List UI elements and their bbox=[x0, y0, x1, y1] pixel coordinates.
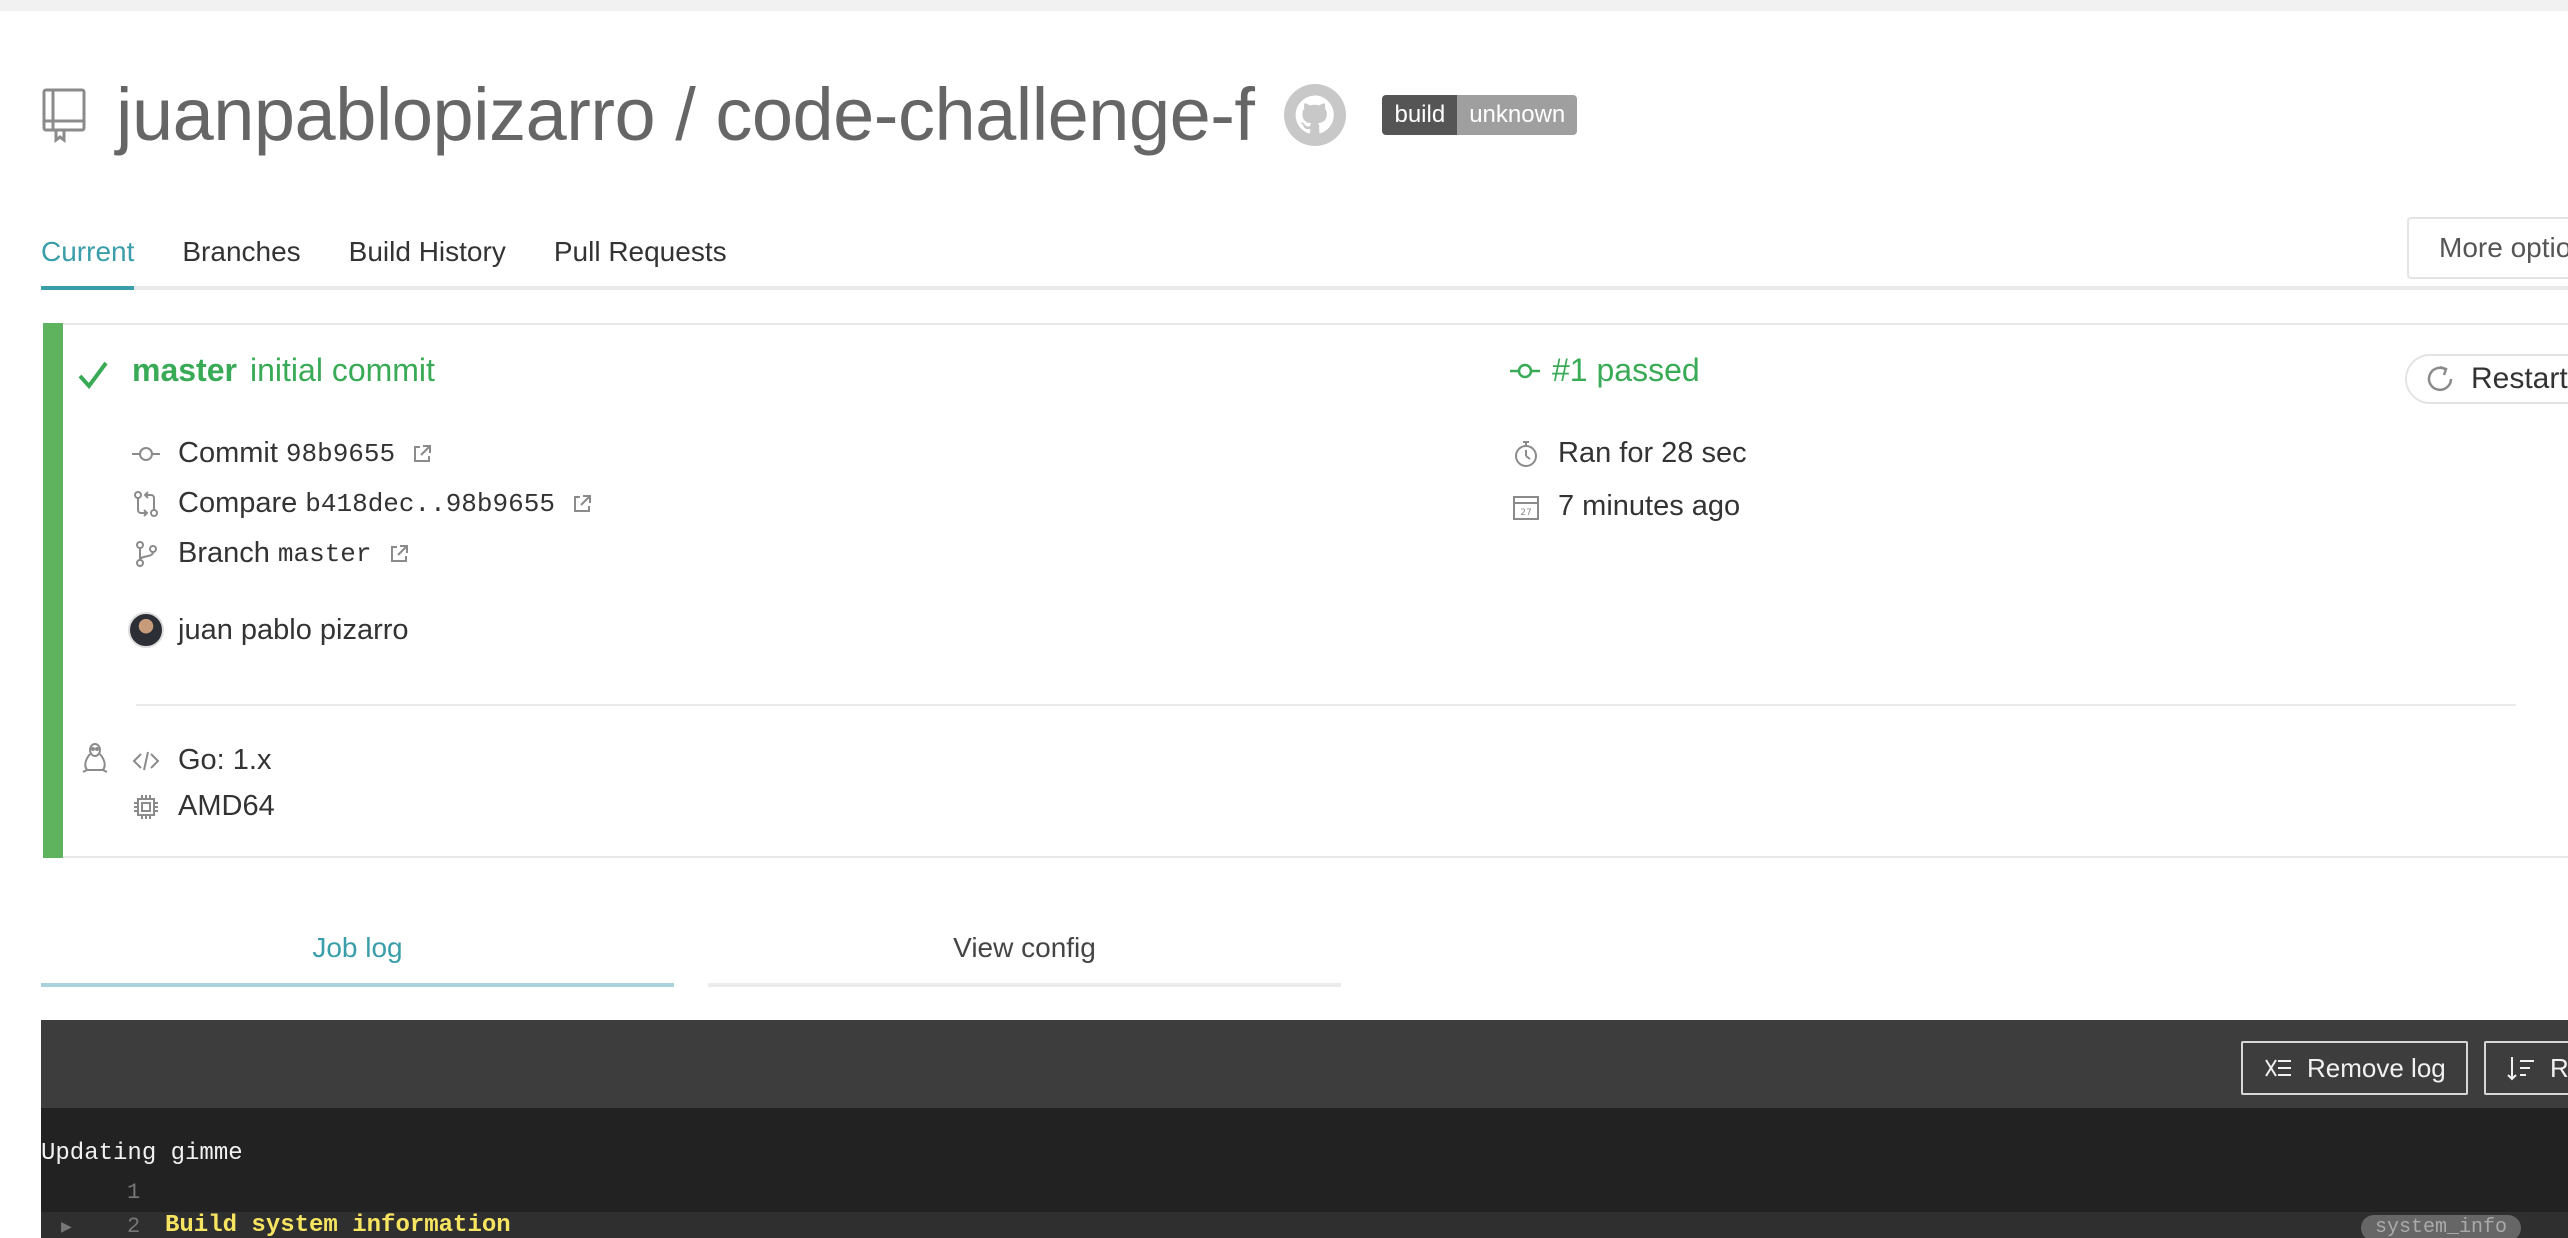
commit-sha-link[interactable]: 98b9655 bbox=[286, 439, 395, 469]
duration-text: Ran for 28 sec bbox=[1558, 437, 1747, 469]
build-summary-panel bbox=[43, 323, 2568, 858]
tab-pull-requests[interactable]: Pull Requests bbox=[554, 230, 727, 290]
commit-icon bbox=[132, 446, 160, 461]
build-status-strip bbox=[43, 323, 63, 858]
svg-text:27: 27 bbox=[1520, 508, 1531, 518]
tab-branches[interactable]: Branches bbox=[182, 230, 300, 290]
stopwatch-icon bbox=[1515, 440, 1537, 467]
compare-row: Compare b418dec..98b9655 bbox=[132, 487, 593, 520]
log-line-number[interactable]: 1 bbox=[127, 1180, 140, 1205]
branch-label: Branch bbox=[178, 537, 270, 569]
tab-build-history[interactable]: Build History bbox=[349, 230, 506, 290]
arch-text: AMD64 bbox=[178, 790, 275, 822]
repo-book-icon bbox=[42, 88, 86, 143]
language-row: Go: 1.x bbox=[132, 744, 272, 777]
language-text: Go: 1.x bbox=[178, 744, 272, 776]
cpu-icon bbox=[134, 794, 158, 819]
finished-row: 27 7 minutes ago bbox=[1512, 490, 1740, 523]
linux-icon bbox=[82, 743, 108, 773]
author-avatar bbox=[128, 612, 164, 648]
top-strip bbox=[0, 0, 2568, 11]
repo-title[interactable]: juanpablopizarro / code-challenge-f bbox=[116, 70, 1255, 160]
repo-header: juanpablopizarro / code-challenge-f buil… bbox=[40, 70, 1578, 160]
log-line-updating: Updating gimme bbox=[41, 1140, 243, 1167]
arch-row: AMD64 bbox=[132, 790, 275, 823]
duration-row: Ran for 28 sec bbox=[1512, 437, 1747, 470]
remove-log-icon bbox=[2265, 1059, 2291, 1077]
log-line-number[interactable]: 2 bbox=[127, 1214, 140, 1238]
remove-log-button[interactable]: Remove log bbox=[2241, 1041, 2468, 1095]
check-icon bbox=[78, 361, 108, 390]
job-log-body: Updating gimme 1 ▶ 2 Build system inform… bbox=[41, 1108, 2568, 1238]
commit-row: Commit 98b9655 bbox=[132, 437, 433, 470]
commit-node-icon bbox=[1510, 363, 1540, 378]
external-link-icon[interactable] bbox=[571, 493, 593, 515]
badge-value: unknown bbox=[1457, 95, 1578, 135]
log-toolbar bbox=[41, 1020, 2568, 1108]
build-status[interactable]: #1 passed bbox=[1510, 352, 1700, 389]
external-link-icon[interactable] bbox=[411, 443, 433, 465]
tab-current[interactable]: Current bbox=[41, 230, 135, 290]
compare-label: Compare bbox=[178, 487, 298, 519]
calendar-icon: 27 bbox=[1513, 495, 1539, 520]
build-divider bbox=[136, 704, 2516, 706]
build-status-badge[interactable]: build unknown bbox=[1382, 95, 1578, 135]
restart-label: Restart bbox=[2471, 362, 2568, 395]
log-fold-title: Build system information bbox=[165, 1212, 511, 1238]
tab-view-config[interactable]: View config bbox=[708, 925, 1341, 987]
author-name: juan pablo pizarro bbox=[178, 613, 409, 646]
restart-icon bbox=[2427, 365, 2453, 392]
code-icon bbox=[132, 751, 160, 770]
remove-log-label: Remove log bbox=[2307, 1052, 2446, 1083]
compare-range-link[interactable]: b418dec..98b9655 bbox=[305, 489, 555, 519]
compare-icon bbox=[134, 490, 158, 517]
repo-tabs: Current Branches Build History Pull Requ… bbox=[41, 230, 775, 290]
commit-message-link[interactable]: initial commit bbox=[250, 352, 435, 389]
finished-text: 7 minutes ago bbox=[1558, 490, 1741, 522]
raw-log-label: R bbox=[2550, 1052, 2568, 1083]
raw-log-button[interactable]: R bbox=[2484, 1041, 2568, 1095]
fold-tag: system_info bbox=[2361, 1215, 2522, 1238]
commit-label: Commit bbox=[178, 437, 278, 469]
external-link-icon[interactable] bbox=[388, 543, 410, 565]
branch-row: Branch master bbox=[132, 537, 410, 570]
restart-build-button[interactable]: Restart bbox=[2405, 354, 2568, 404]
author-row: juan pablo pizarro bbox=[128, 612, 409, 648]
build-branch-link[interactable]: master bbox=[132, 352, 237, 389]
raw-log-icon bbox=[2507, 1057, 2534, 1081]
build-status-text: #1 passed bbox=[1552, 352, 1700, 388]
branch-value-link[interactable]: master bbox=[278, 539, 372, 569]
github-icon[interactable] bbox=[1284, 84, 1347, 146]
tab-job-log[interactable]: Job log bbox=[41, 925, 674, 987]
more-options-button[interactable]: More option bbox=[2407, 217, 2568, 279]
badge-label: build bbox=[1382, 95, 1458, 135]
branch-icon bbox=[136, 540, 157, 567]
fold-toggle-icon[interactable]: ▶ bbox=[61, 1216, 72, 1238]
